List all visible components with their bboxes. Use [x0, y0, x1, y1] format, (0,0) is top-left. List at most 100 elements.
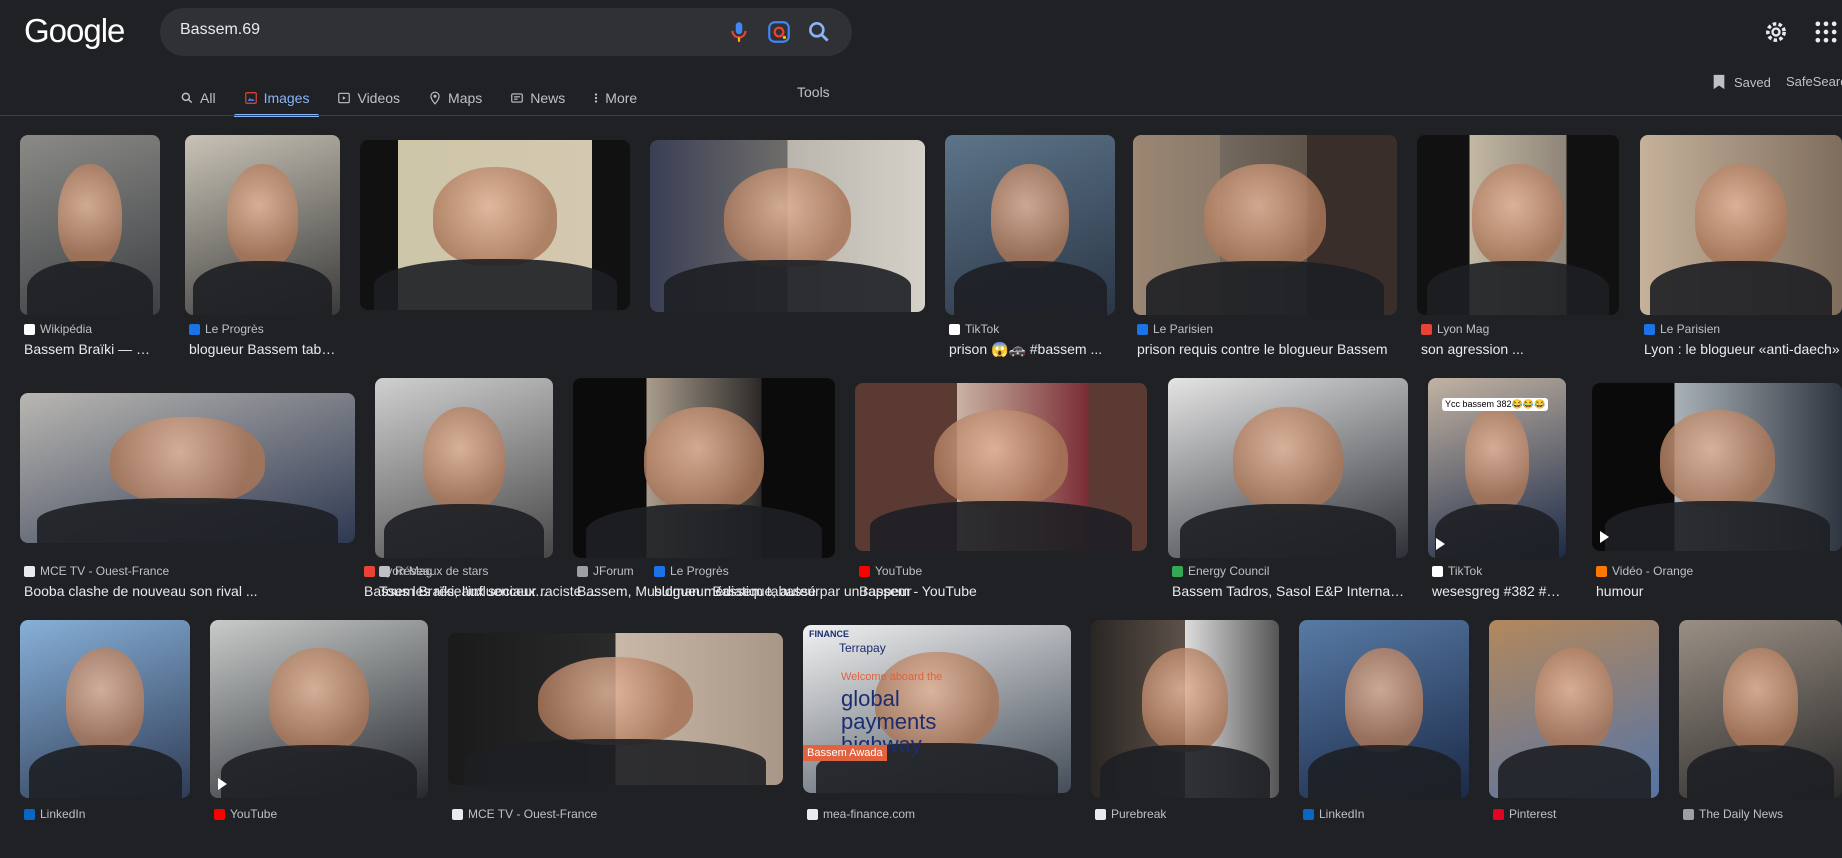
- result-thumbnail[interactable]: [1168, 378, 1408, 558]
- result-thumbnail[interactable]: FINANCE Terrapay Welcome aboard the global …: [803, 625, 1071, 793]
- result-title[interactable]: Bassem, Musulman médiatique, auteur: [577, 583, 833, 599]
- result-title[interactable]: prison 😱🚓 #bassem ...: [949, 341, 1113, 358]
- image-result[interactable]: JForum Bassem, Musulman médiatique, auteu…: [573, 378, 835, 618]
- result-thumbnail[interactable]: [185, 135, 340, 315]
- image-result[interactable]: Le Parisien Lyon : le blogueur «anti-daec…: [1640, 135, 1842, 375]
- result-thumbnail[interactable]: [1640, 135, 1842, 315]
- result-title[interactable]: humour: [1596, 583, 1840, 599]
- search-input[interactable]: Bassem.69: [180, 21, 260, 39]
- result-source[interactable]: Energy Council: [1172, 564, 1269, 578]
- result-source[interactable]: mea-finance.com: [807, 807, 915, 821]
- result-source[interactable]: MCE TV - Ouest-France: [452, 807, 597, 821]
- result-thumbnail[interactable]: [20, 393, 355, 543]
- result-source[interactable]: JForum: [577, 564, 634, 578]
- result-source[interactable]: TikTok: [1432, 564, 1482, 578]
- safesearch-button[interactable]: SafeSearch: [1786, 74, 1842, 89]
- result-thumbnail[interactable]: [1679, 620, 1842, 798]
- result-title[interactable]: wesesgreg #382 #bassem: [1432, 583, 1564, 599]
- result-thumbnail[interactable]: [1133, 135, 1397, 315]
- result-source[interactable]: Lyon Mag: [1421, 322, 1489, 336]
- result-thumbnail[interactable]: [1417, 135, 1619, 315]
- source-label: LinkedIn: [40, 807, 86, 821]
- result-thumbnail[interactable]: [1091, 620, 1279, 798]
- result-thumbnail[interactable]: [20, 620, 190, 798]
- result-source[interactable]: Purebreak: [1095, 807, 1166, 821]
- result-thumbnail[interactable]: Ycc bassem 382😂😂😂: [1428, 378, 1566, 558]
- result-thumbnail[interactable]: [20, 135, 160, 315]
- search-icon[interactable]: [806, 19, 832, 45]
- result-source[interactable]: MCE TV - Ouest-France: [24, 564, 169, 578]
- image-result[interactable]: Le Parisien prison requis contre le blogu…: [1133, 135, 1397, 375]
- result-source[interactable]: Vidéo - Orange: [1596, 564, 1693, 578]
- image-result[interactable]: YouTube: [210, 620, 428, 858]
- image-result[interactable]: The Daily News: [1679, 620, 1842, 858]
- search-box[interactable]: Bassem.69: [160, 8, 852, 56]
- settings-gear-icon[interactable]: [1762, 18, 1790, 46]
- result-title[interactable]: Bassem Braïki — Wikipédia: [24, 341, 158, 357]
- result-title[interactable]: Booba clashe de nouveau son rival ...: [24, 583, 353, 599]
- result-source[interactable]: The Daily News: [1683, 807, 1783, 821]
- tab-more[interactable]: More: [593, 82, 637, 114]
- result-source[interactable]: LinkedIn: [1303, 807, 1364, 821]
- result-thumbnail[interactable]: [945, 135, 1115, 315]
- voice-search-icon[interactable]: [726, 19, 752, 45]
- result-thumbnail[interactable]: [448, 633, 783, 785]
- result-title[interactable]: Bassem - YouTube: [859, 583, 1145, 599]
- image-result[interactable]: Purebreak: [1091, 620, 1279, 858]
- result-thumbnail[interactable]: [360, 140, 630, 310]
- result-thumbnail[interactable]: [375, 378, 553, 558]
- tab-images[interactable]: Images: [233, 82, 320, 117]
- image-result[interactable]: Lyon Mag Bassem Braïki, l'influenceur rac…: [360, 140, 630, 599]
- tab-all[interactable]: All: [180, 82, 216, 114]
- image-result[interactable]: Le Progrès blogueur Bassem tabassé: [185, 135, 340, 375]
- result-thumbnail[interactable]: [1592, 383, 1842, 551]
- image-result[interactable]: MCE TV - Ouest-France Booba clashe de nou…: [20, 393, 355, 603]
- result-thumbnail[interactable]: [210, 620, 428, 798]
- image-result[interactable]: Réseaux de stars Tous les réseaux sociaux…: [375, 378, 553, 618]
- apps-grid-icon[interactable]: [1812, 18, 1840, 46]
- google-logo[interactable]: Google: [24, 12, 125, 50]
- result-thumbnail[interactable]: [650, 140, 925, 312]
- result-thumbnail[interactable]: [573, 378, 835, 558]
- result-source[interactable]: Le Parisien: [1137, 322, 1213, 336]
- image-result[interactable]: LinkedIn: [20, 620, 190, 858]
- result-thumbnail[interactable]: [1489, 620, 1659, 798]
- tab-videos[interactable]: Videos: [337, 82, 400, 114]
- result-source[interactable]: Le Parisien: [1644, 322, 1720, 336]
- result-source[interactable]: Réseaux de stars: [379, 564, 488, 578]
- image-result[interactable]: FINANCE Terrapay Welcome aboard the global …: [803, 625, 1071, 853]
- result-source[interactable]: Le Progrès: [189, 322, 264, 336]
- source-label: The Daily News: [1699, 807, 1784, 821]
- result-title[interactable]: Lyon : le blogueur «anti-daech»: [1644, 341, 1840, 357]
- lens-icon[interactable]: [766, 19, 792, 45]
- image-result[interactable]: Energy Council Bassem Tadros, Sasol E&P I…: [1168, 378, 1408, 618]
- tools-button[interactable]: Tools: [797, 84, 830, 100]
- saved-button[interactable]: Saved: [1712, 74, 1771, 90]
- result-source[interactable]: YouTube: [859, 564, 922, 578]
- result-source[interactable]: Wikipédia: [24, 322, 92, 336]
- result-thumbnail[interactable]: [1299, 620, 1469, 798]
- image-result[interactable]: LinkedIn: [1299, 620, 1469, 858]
- image-result[interactable]: Lyon Mag son agression ...: [1417, 135, 1619, 375]
- image-result[interactable]: Le Progrès blogueur Bassem tabassé par un…: [650, 140, 925, 599]
- result-source[interactable]: TikTok: [949, 322, 999, 336]
- image-result[interactable]: Wikipédia Bassem Braïki — Wikipédia: [20, 135, 160, 375]
- result-source[interactable]: YouTube: [214, 807, 277, 821]
- image-result[interactable]: MCE TV - Ouest-France: [448, 633, 783, 845]
- thumbnail-subject: [1232, 406, 1344, 512]
- result-title[interactable]: Bassem Tadros, Sasol E&P International: [1172, 583, 1406, 599]
- result-source[interactable]: Pinterest: [1493, 807, 1556, 821]
- result-title[interactable]: prison requis contre le blogueur Bassem: [1137, 341, 1395, 357]
- image-result[interactable]: TikTok prison 😱🚓 #bassem ...: [945, 135, 1115, 375]
- result-thumbnail[interactable]: [855, 383, 1147, 551]
- image-result[interactable]: Ycc bassem 382😂😂😂 TikTok wesesgreg #382 #b…: [1428, 378, 1566, 618]
- image-result[interactable]: Vidéo - Orange humour: [1592, 383, 1842, 611]
- tab-news[interactable]: News: [510, 82, 565, 114]
- image-result[interactable]: Pinterest: [1489, 620, 1659, 858]
- result-title[interactable]: son agression ...: [1421, 341, 1617, 357]
- result-source[interactable]: LinkedIn: [24, 807, 85, 821]
- result-title[interactable]: blogueur Bassem tabassé: [189, 341, 338, 357]
- result-title[interactable]: Tous les réseaux sociaux...: [379, 583, 551, 599]
- tab-maps[interactable]: Maps: [428, 82, 482, 114]
- image-result[interactable]: YouTube Bassem - YouTube: [855, 383, 1147, 611]
